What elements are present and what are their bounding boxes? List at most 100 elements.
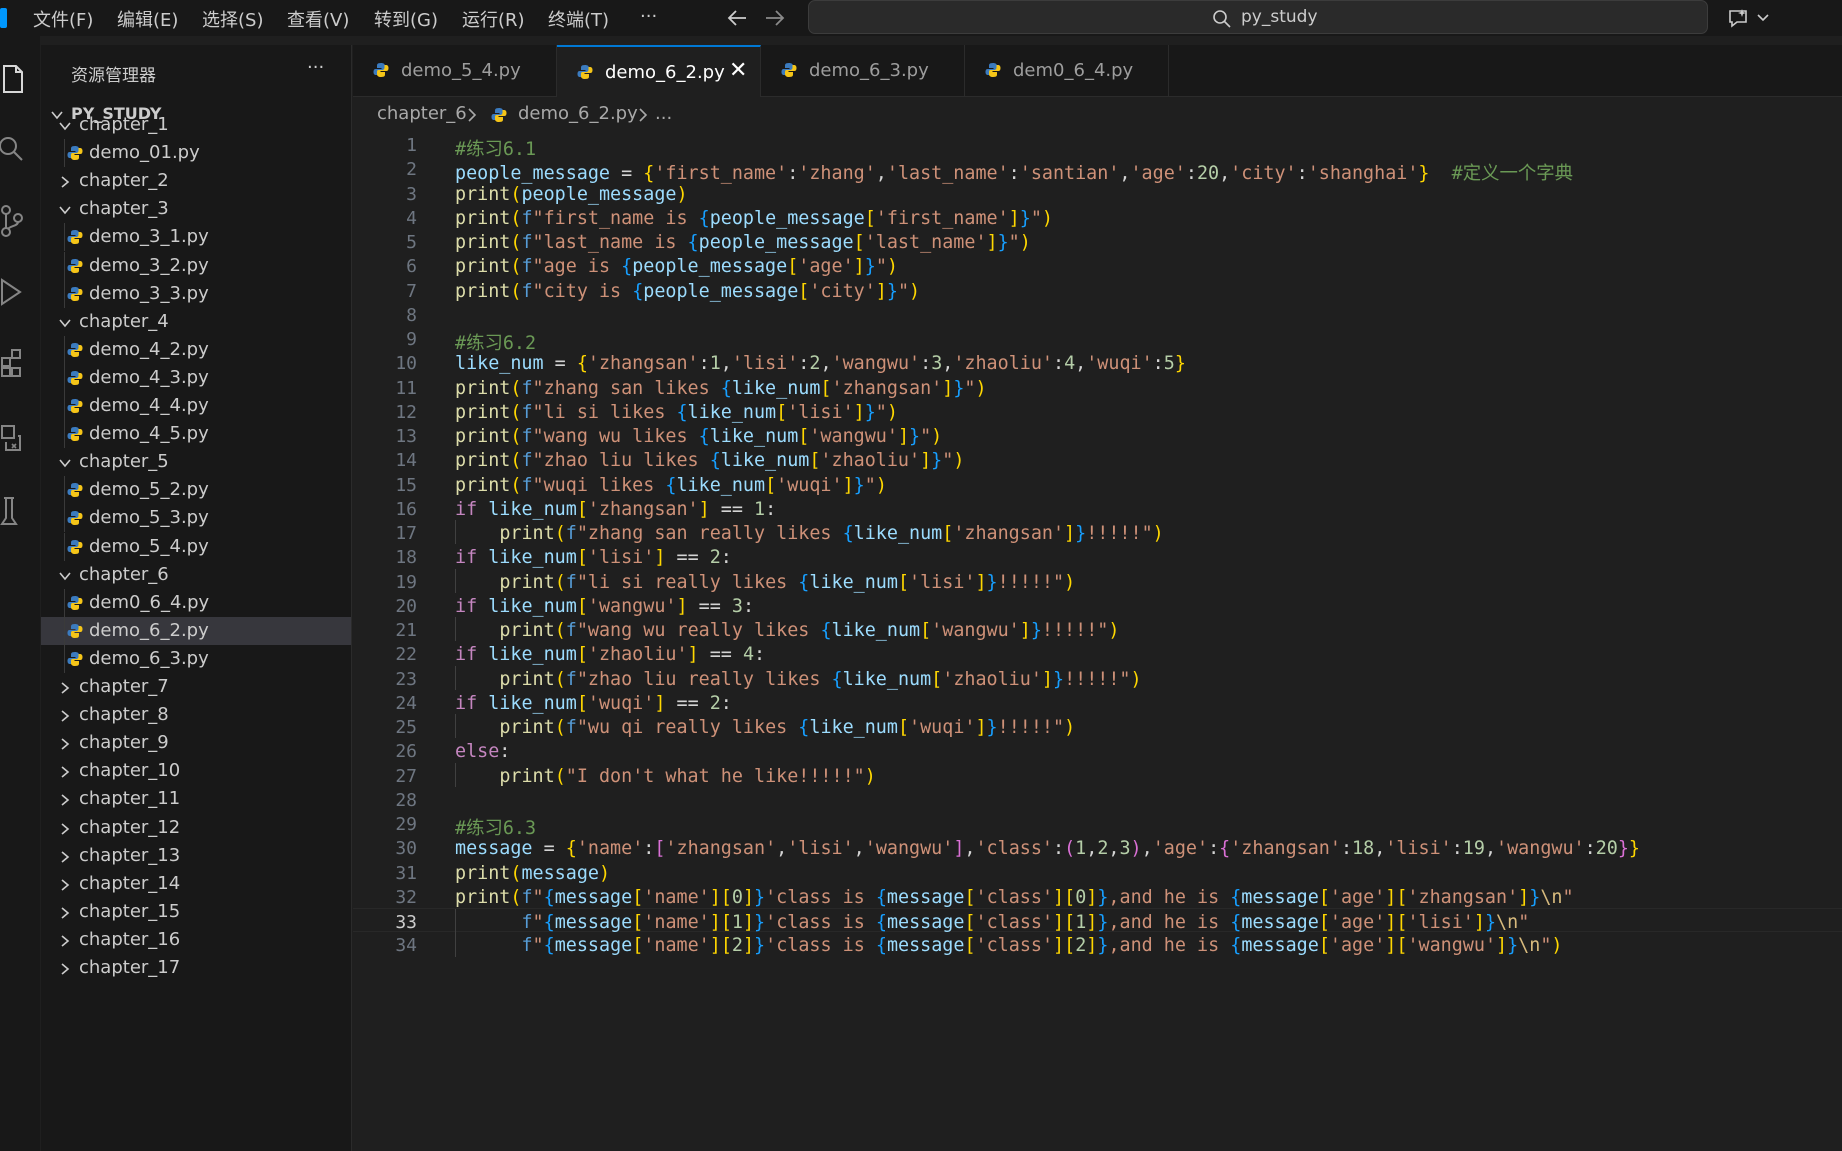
explorer-icon[interactable] bbox=[0, 62, 34, 96]
menu-file[interactable]: 文件(F) bbox=[33, 6, 93, 32]
tab-demo-5-4[interactable]: demo_5_4.py bbox=[353, 45, 557, 97]
tree-folder[interactable]: chapter_1 bbox=[41, 111, 351, 139]
tree-file[interactable]: demo_4_3.py bbox=[41, 363, 351, 392]
breadcrumb-folder[interactable]: chapter_6 bbox=[377, 103, 467, 124]
tree-folder[interactable]: chapter_15 bbox=[41, 898, 351, 926]
code-line[interactable]: 14 print(f"zhao liu likes {like_num['zhao… bbox=[353, 447, 1842, 471]
tree-folder[interactable]: chapter_8 bbox=[41, 701, 351, 729]
code-line[interactable]: 34 f"{message['name'][2]}'class is {mess… bbox=[353, 932, 1842, 957]
code-line[interactable]: 29 #练习6.3 bbox=[353, 811, 1842, 839]
code-line[interactable]: 6 print(f"age is {people_message['age']}"… bbox=[353, 253, 1842, 277]
code-line[interactable]: 10 like_num = {'zhangsan':1,'lisi':2,'wan… bbox=[353, 350, 1842, 374]
code-line[interactable]: 3 print(people_message) bbox=[353, 181, 1842, 205]
tree-file[interactable]: demo_6_3.py bbox=[41, 644, 351, 673]
menu-selection[interactable]: 选择(S) bbox=[202, 6, 263, 32]
tree-folder[interactable]: chapter_6 bbox=[41, 561, 351, 589]
tree-file[interactable]: demo_3_3.py bbox=[41, 279, 351, 308]
copilot-chat-icon[interactable] bbox=[1728, 7, 1772, 29]
tree-file[interactable]: dem0_6_4.py bbox=[41, 588, 351, 617]
arrow-right-icon[interactable] bbox=[764, 8, 786, 28]
search-icon[interactable] bbox=[0, 134, 34, 168]
code-editor[interactable]: 1 #练习6.1 2 people_message = {'first_name':'… bbox=[353, 130, 1842, 1151]
code-line[interactable]: 1 #练习6.1 bbox=[353, 132, 1842, 160]
explorer-more-actions[interactable]: ··· bbox=[307, 57, 324, 78]
code-line[interactable]: 12 print(f"li si likes {like_num['lisi']}… bbox=[353, 399, 1842, 423]
code-line[interactable]: 27 print("I don't what he like!!!!!") bbox=[353, 762, 1842, 787]
tree-file[interactable]: demo_6_2.py bbox=[41, 616, 351, 645]
code-line[interactable]: 2 people_message = {'first_name':'zhang',… bbox=[353, 156, 1842, 184]
tree-folder[interactable]: chapter_3 bbox=[41, 195, 351, 223]
code-line[interactable]: 13 print(f"wang wu likes {like_num['wangw… bbox=[353, 423, 1842, 447]
line-number: 20 bbox=[395, 595, 417, 617]
code-line[interactable]: 17 print(f"zhang san really likes {like_… bbox=[353, 520, 1842, 545]
indent-guide bbox=[64, 392, 65, 421]
code-line[interactable]: 25 print(f"wu qi really likes {like_num[… bbox=[353, 714, 1842, 739]
testing-icon[interactable] bbox=[0, 494, 34, 528]
code-line[interactable]: 23 print(f"zhao liu really likes {like_n… bbox=[353, 665, 1842, 690]
run-debug-icon[interactable] bbox=[0, 276, 34, 310]
tab-dem0-6-4[interactable]: dem0_6_4.py bbox=[965, 45, 1169, 97]
command-center-search[interactable]: py_study bbox=[808, 0, 1708, 34]
code-line[interactable]: 18 if like_num['lisi'] == 2: bbox=[353, 544, 1842, 568]
tree-folder[interactable]: chapter_7 bbox=[41, 673, 351, 701]
source-control-icon[interactable] bbox=[0, 204, 34, 238]
code-line[interactable]: 9 #练习6.2 bbox=[353, 326, 1842, 354]
code-line[interactable]: 11 print(f"zhang san likes {like_num['zha… bbox=[353, 375, 1842, 399]
close-icon[interactable]: ✕ bbox=[729, 58, 747, 83]
code-line[interactable]: 5 print(f"last_name is {people_message['l… bbox=[353, 229, 1842, 253]
tree-file[interactable]: demo_01.py bbox=[41, 139, 351, 168]
tree-folder[interactable]: chapter_9 bbox=[41, 729, 351, 757]
code-line[interactable]: 16 if like_num['zhangsan'] == 1: bbox=[353, 496, 1842, 520]
menu-view[interactable]: 查看(V) bbox=[287, 6, 349, 32]
code-line[interactable]: 8 bbox=[353, 302, 1842, 326]
tree-file[interactable]: demo_5_3.py bbox=[41, 504, 351, 533]
tree-item-label: dem0_6_4.py bbox=[89, 591, 210, 613]
code-line[interactable]: 20 if like_num['wangwu'] == 3: bbox=[353, 593, 1842, 617]
code-line[interactable]: 4 print(f"first_name is {people_message['… bbox=[353, 205, 1842, 229]
code-line[interactable]: 24 if like_num['wuqi'] == 2: bbox=[353, 690, 1842, 714]
tree-file[interactable]: demo_5_4.py bbox=[41, 532, 351, 561]
extensions-icon[interactable] bbox=[0, 346, 34, 380]
menu-edit[interactable]: 编辑(E) bbox=[117, 6, 178, 32]
tab-demo-6-2[interactable]: demo_6_2.py ✕ bbox=[557, 45, 761, 97]
code-line[interactable]: 32 print(f"{message['name'][0]}'class is … bbox=[353, 884, 1842, 908]
menu-run[interactable]: 运行(R) bbox=[462, 6, 525, 32]
tree-folder[interactable]: chapter_14 bbox=[41, 870, 351, 898]
indent-guide bbox=[64, 504, 65, 533]
arrow-left-icon[interactable] bbox=[726, 8, 748, 28]
code-line[interactable]: 21 print(f"wang wu really likes {like_nu… bbox=[353, 617, 1842, 642]
indent-guide bbox=[64, 223, 65, 252]
tree-folder[interactable]: chapter_13 bbox=[41, 842, 351, 870]
tree-folder[interactable]: chapter_11 bbox=[41, 785, 351, 813]
tree-folder[interactable]: chapter_4 bbox=[41, 308, 351, 336]
tree-folder[interactable]: chapter_5 bbox=[41, 448, 351, 476]
tree-item-label: chapter_15 bbox=[79, 900, 181, 922]
code-line[interactable]: 28 bbox=[353, 787, 1842, 811]
code-line[interactable]: 33 f"{message['name'][1]}'class is {mess… bbox=[353, 908, 1842, 934]
tree-folder[interactable]: chapter_16 bbox=[41, 926, 351, 954]
tree-file[interactable]: demo_4_4.py bbox=[41, 392, 351, 421]
tree-file[interactable]: demo_3_2.py bbox=[41, 251, 351, 280]
tree-file[interactable]: demo_5_2.py bbox=[41, 476, 351, 505]
code-line[interactable]: 7 print(f"city is {people_message['city']… bbox=[353, 278, 1842, 302]
remote-explorer-icon[interactable] bbox=[0, 422, 34, 456]
breadcrumb-symbols[interactable]: ... bbox=[655, 103, 672, 124]
tree-folder[interactable]: chapter_12 bbox=[41, 814, 351, 842]
code-line[interactable]: 26 else: bbox=[353, 738, 1842, 762]
tree-file[interactable]: demo_3_1.py bbox=[41, 223, 351, 252]
tree-file[interactable]: demo_4_5.py bbox=[41, 420, 351, 449]
code-line[interactable]: 31 print(message) bbox=[353, 860, 1842, 884]
menu-go[interactable]: 转到(G) bbox=[374, 6, 438, 32]
tree-folder[interactable]: chapter_2 bbox=[41, 167, 351, 195]
tree-folder[interactable]: chapter_17 bbox=[41, 954, 351, 982]
code-line[interactable]: 19 print(f"li si really likes {like_num[… bbox=[353, 568, 1842, 593]
tree-folder[interactable]: chapter_10 bbox=[41, 757, 351, 785]
menu-more[interactable]: ··· bbox=[640, 6, 657, 27]
breadcrumb-file[interactable]: demo_6_2.py bbox=[518, 103, 638, 124]
code-line[interactable]: 30 message = {'name':['zhangsan','lisi','… bbox=[353, 835, 1842, 859]
tab-demo-6-3[interactable]: demo_6_3.py bbox=[761, 45, 965, 97]
menu-terminal[interactable]: 终端(T) bbox=[548, 6, 609, 32]
code-line[interactable]: 15 print(f"wuqi likes {like_num['wuqi']}"… bbox=[353, 472, 1842, 496]
code-line[interactable]: 22 if like_num['zhaoliu'] == 4: bbox=[353, 641, 1842, 665]
tree-file[interactable]: demo_4_2.py bbox=[41, 335, 351, 364]
